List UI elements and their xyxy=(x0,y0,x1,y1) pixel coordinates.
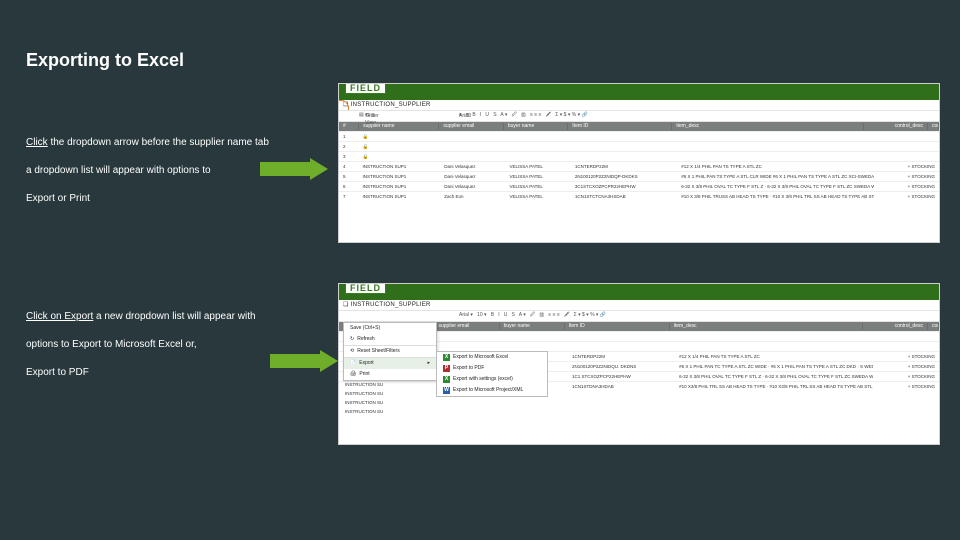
menu-export[interactable]: 📄 Export ▸ xyxy=(344,357,436,369)
table-row: 5INSTRUCTION SUP1Dani VelasquezVELISSA P… xyxy=(339,171,939,181)
grid-dropdown-menu[interactable]: Save (Ctrl+S) ↻ Refresh ⟲ Reset Sheet/Fi… xyxy=(343,322,437,381)
col-supplier-email: supplier email xyxy=(435,323,500,330)
step1-line1: Click the dropdown arrow before the supp… xyxy=(26,136,269,150)
col-item-id: Item ID xyxy=(565,323,670,330)
step2-line1: Click on Export a new dropdown list will… xyxy=(26,310,256,324)
table-row: 7INSTRUCTION SUP1Zach EonVELISSA PATEL1C… xyxy=(339,191,939,201)
col-control-number: control_number xyxy=(928,123,939,130)
table-row: 4INSTRUCTION SUP1Dani VelasquezVELISSA P… xyxy=(339,161,939,171)
table-row: PCL1CN1STDNA3HDAB#10 X3/8 PHIL TRL SS AB… xyxy=(339,381,939,391)
menu-reset[interactable]: ⟲ Reset Sheet/Filters xyxy=(344,345,436,357)
col-num: # xyxy=(339,123,359,130)
shot1-toolbar: ▤ Grid View ▾ Filter Arial ▾ 10 ▾ B I U … xyxy=(339,110,939,122)
step2-click: Click on Export xyxy=(26,311,93,322)
step1-line3: Export or Print xyxy=(26,192,90,206)
col-buyer: buyer name xyxy=(500,323,565,330)
step2-line2: options to Export to Microsoft Excel or, xyxy=(26,338,197,352)
col-item-id: Item ID xyxy=(568,123,672,130)
submenu-export-pdf[interactable]: PExport to PDF xyxy=(437,363,547,374)
shot1-ribbon-tab[interactable]: ❏ INSTRUCTION_SUPPLIER xyxy=(343,102,431,109)
shot1-column-headers[interactable]: # supplier name supplier email buyer nam… xyxy=(339,122,939,131)
table-row: 6INSTRUCTION SUP1Dani VelasquezVELISSA P… xyxy=(339,181,939,191)
screenshot-2: FIELD ❏ INSTRUCTION_SUPPLIER Arial ▾ 10 … xyxy=(338,283,940,445)
col-control-desc: control_desc xyxy=(864,123,928,130)
table-row: 1🔒 xyxy=(339,131,939,141)
shot2-banner: FIELD xyxy=(339,284,939,300)
menu-refresh[interactable]: ↻ Refresh xyxy=(344,334,436,345)
col-item-desc: item_desc xyxy=(672,123,863,130)
export-submenu[interactable]: XExport to Microsoft Excel PExport to PD… xyxy=(436,351,548,397)
shot2-toolbar: Arial ▾ 10 ▾ B I U S A ▾ 🖉 ▥ ≡ ≡ ≡ 🖋 Σ ▾… xyxy=(339,310,939,322)
col-control-number: control_numer xyxy=(928,323,939,330)
submenu-export-excel[interactable]: XExport to Microsoft Excel xyxy=(437,352,547,363)
arrow-step1 xyxy=(260,158,328,180)
step1-line1-rest: the dropdown arrow before the supplier n… xyxy=(48,137,269,148)
table-row: 3🔒 xyxy=(339,151,939,161)
shot2-ribbon-tab[interactable]: ❏ INSTRUCTION_SUPPLIER xyxy=(343,302,431,309)
screenshot-1: FIELD ❏ INSTRUCTION_SUPPLIER ▤ Grid View… xyxy=(338,83,940,243)
step2-line1-rest: a new dropdown list will appear with xyxy=(93,311,255,322)
submenu-export-settings[interactable]: XExport with settings (excel) xyxy=(437,374,547,385)
arrow-step2 xyxy=(270,350,338,372)
step1-click: Click xyxy=(26,137,48,148)
shot1-banner: FIELD xyxy=(339,84,939,100)
col-item-desc: item_desc xyxy=(670,323,863,330)
table-row: 2🔒 xyxy=(339,141,939,151)
col-supplier-email: supplier email xyxy=(439,123,503,130)
menu-print[interactable]: 🖨 Print xyxy=(344,369,436,380)
page-title: Exporting to Excel xyxy=(26,50,184,71)
step1-line2: a dropdown list will appear with options… xyxy=(26,164,211,178)
menu-save[interactable]: Save (Ctrl+S) xyxy=(344,323,436,334)
col-buyer: buyer name xyxy=(504,123,568,130)
col-control-desc: control_desc xyxy=(863,323,928,330)
step2-line3: Export to PDF xyxy=(26,366,89,380)
logo: FIELD xyxy=(345,283,386,294)
shot2-leftcol: INSTRUCTION SU INSTRUCTION SU INSTRUCTIO… xyxy=(345,380,383,416)
submenu-export-word[interactable]: WExport to Microsoft Project/XML xyxy=(437,385,547,396)
logo: FIELD xyxy=(345,83,386,94)
